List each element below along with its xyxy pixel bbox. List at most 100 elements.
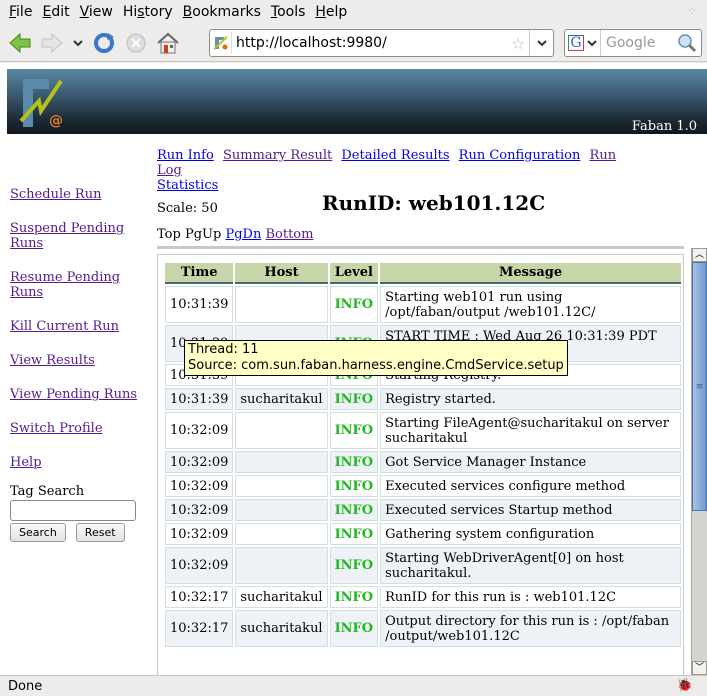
tab-detailed-results[interactable]: Detailed Results <box>341 148 449 163</box>
log-host: sucharitakul <box>235 388 328 410</box>
divider <box>157 246 684 249</box>
log-message: Gathering system configuration <box>380 523 681 545</box>
log-time: 10:31:39 <box>165 388 234 410</box>
home-button[interactable] <box>154 29 182 57</box>
search-bar[interactable]: G Google <box>564 29 702 57</box>
tag-search-button[interactable]: Search <box>10 523 66 542</box>
log-message: Executed services Startup method <box>380 499 681 521</box>
forward-button[interactable] <box>38 29 66 57</box>
url-dropdown-button[interactable] <box>529 30 553 56</box>
tag-search-input[interactable] <box>10 500 136 521</box>
chevron-down-icon <box>73 39 83 46</box>
log-frame: Time Host Level Message 10:31:39 INFO Star… <box>157 254 684 675</box>
log-row: 10:31:39 sucharitakul INFO Registry started… <box>165 388 681 410</box>
column-header-host: Host <box>235 263 328 284</box>
log-row: 10:32:09 INFO Starting FileAgent@sucharita… <box>165 412 681 449</box>
tab-summary-result[interactable]: Summary Result <box>223 148 332 163</box>
scrollbar-thumb[interactable]: ≡ <box>692 262 707 511</box>
log-message: Registry started. <box>380 388 681 410</box>
scroll-up-button[interactable]: ︿ <box>692 248 707 262</box>
sidebar-link-kill-current-run[interactable]: Kill Current Run <box>10 319 150 334</box>
log-time: 10:31:39 <box>165 286 234 323</box>
log-time: 10:32:09 <box>165 451 234 473</box>
log-row: 10:31:39 INFO Starting web101 run using /o… <box>165 286 681 323</box>
log-level: INFO <box>329 610 379 647</box>
log-time: 10:32:09 <box>165 499 234 521</box>
log-level: INFO <box>329 286 379 323</box>
bookmark-star-icon[interactable]: ☆ <box>507 34 529 53</box>
tab-statistics[interactable]: Statistics <box>157 178 218 193</box>
sidebar-link-view-pending-runs[interactable]: View Pending Runs <box>10 387 150 402</box>
menu-help[interactable]: Help <box>315 4 347 20</box>
sidebar-link-help[interactable]: Help <box>10 455 150 470</box>
reload-button[interactable] <box>90 29 118 57</box>
log-message: Starting web101 run using /opt/faban/out… <box>380 286 681 323</box>
log-row: 10:32:17 sucharitakul INFO Output directory… <box>165 610 681 647</box>
scale-value: Scale: 50 <box>157 201 218 216</box>
log-host <box>235 499 328 521</box>
log-time: 10:32:09 <box>165 547 234 584</box>
log-message: Starting WebDriverAgent[0] on host sucha… <box>380 547 681 584</box>
svg-text:@: @ <box>49 113 63 129</box>
stop-button[interactable] <box>122 29 150 57</box>
menu-bookmarks[interactable]: Bookmarks <box>183 4 261 20</box>
faban-logo-icon: @ <box>19 79 63 129</box>
sidebar-link-switch-profile[interactable]: Switch Profile <box>10 421 150 436</box>
search-input[interactable]: Google <box>601 35 677 51</box>
log-level: INFO <box>329 523 379 545</box>
tag-reset-button[interactable]: Reset <box>75 523 125 542</box>
faban-version: Faban 1.0 <box>631 119 697 134</box>
menu-tools[interactable]: Tools <box>271 4 306 20</box>
result-tabs: Run Info Summary Result Detailed Results… <box>157 148 637 193</box>
log-host <box>235 412 328 449</box>
history-dropdown-button[interactable] <box>70 29 86 57</box>
log-time: 10:32:17 <box>165 586 234 608</box>
tab-run-configuration[interactable]: Run Configuration <box>459 148 581 163</box>
log-header-row: Time Host Level Message <box>165 263 681 284</box>
log-message: Got Service Manager Instance <box>380 451 681 473</box>
log-level: INFO <box>329 475 379 497</box>
log-row: 10:32:17 sucharitakul INFO RunID for this r… <box>165 586 681 608</box>
menu-file[interactable]: File <box>9 4 32 20</box>
search-magnifier-icon[interactable] <box>677 33 697 53</box>
menu-view[interactable]: View <box>80 4 113 20</box>
url-bar[interactable]: http://localhost:9980/ ☆ <box>209 29 554 57</box>
menu-bar: File Edit View History Bookmarks Tools H… <box>0 0 707 24</box>
column-header-message: Message <box>380 263 681 284</box>
menu-history[interactable]: History <box>123 4 173 20</box>
log-message: RunID for this run is : web101.12C <box>380 586 681 608</box>
scroll-down-button[interactable]: ﹀ <box>692 661 707 675</box>
log-host <box>235 475 328 497</box>
sidebar-link-resume-pending-runs[interactable]: Resume Pending Runs <box>10 270 125 300</box>
log-message: Output directory for this run is : /opt/… <box>380 610 681 647</box>
stop-icon <box>126 33 146 52</box>
tab-run-info[interactable]: Run Info <box>157 148 214 163</box>
log-time: 10:32:09 <box>165 523 234 545</box>
home-icon <box>157 32 179 53</box>
forward-arrow-icon <box>41 32 63 53</box>
menu-edit[interactable]: Edit <box>42 4 69 20</box>
chevron-down-icon <box>587 40 597 47</box>
log-table: Time Host Level Message 10:31:39 INFO Star… <box>163 261 683 649</box>
back-button[interactable] <box>6 29 34 57</box>
log-message: Starting FileAgent@sucharitakul on serve… <box>380 412 681 449</box>
sidebar-link-view-results[interactable]: View Results <box>10 353 150 368</box>
log-tooltip: Thread: 11 Source: com.sun.faban.harness… <box>184 340 568 376</box>
log-row: 10:32:09 INFO Gathering system configurati… <box>165 523 681 545</box>
pager-bottom-link[interactable]: Bottom <box>265 227 313 242</box>
log-message: Executed services configure method <box>380 475 681 497</box>
log-host: sucharitakul <box>235 610 328 647</box>
pager-pgdn-link[interactable]: PgDn <box>225 227 261 242</box>
vertical-scrollbar[interactable]: ︿ ≡ ﹀ <box>691 248 707 675</box>
tag-search-label: Tag Search <box>10 484 85 499</box>
search-engine-selector[interactable]: G <box>565 30 601 56</box>
page-title: RunID: web101.12C <box>322 191 546 215</box>
firebug-icon[interactable]: 🐞 <box>677 678 693 693</box>
sidebar: Schedule Run Suspend Pending Runs Resume… <box>10 187 150 542</box>
url-input[interactable]: http://localhost:9980/ <box>236 35 507 51</box>
log-row: 10:32:09 INFO Got Service Manager Instance <box>165 451 681 473</box>
status-text: Done <box>8 678 43 694</box>
sidebar-link-schedule-run[interactable]: Schedule Run <box>10 187 150 202</box>
sidebar-link-suspend-pending-runs[interactable]: Suspend Pending Runs <box>10 221 125 251</box>
log-host <box>235 523 328 545</box>
